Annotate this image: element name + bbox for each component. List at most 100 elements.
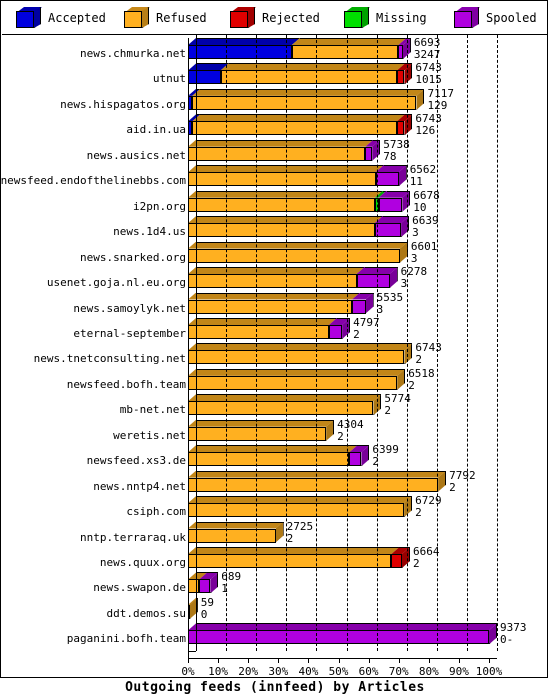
bar-value-secondary: 2 (384, 404, 392, 418)
bar-segment-refused[interactable] (188, 452, 350, 467)
bar-top-edge (196, 292, 361, 294)
bar-segment-spooled[interactable] (328, 324, 343, 339)
bar-top-edge (196, 572, 208, 574)
bar-segment-refused[interactable] (188, 146, 366, 161)
bar-segment-spooled[interactable] (374, 223, 402, 238)
bar-segment-top (188, 547, 400, 554)
bar-segment-refused[interactable] (188, 554, 392, 568)
bar-segment-spooled[interactable] (365, 146, 373, 161)
bar-segment-spooled[interactable] (378, 197, 403, 212)
bar-segment-refused[interactable] (192, 121, 397, 136)
bar-top-edge (364, 267, 398, 269)
bar-segment-refused[interactable] (188, 274, 357, 289)
bar-value-articles: 7117 (427, 86, 454, 100)
bar-value-secondary: 2 (415, 506, 422, 520)
bar-segment-rejected[interactable] (396, 70, 405, 85)
bar-value-secondary: 11 (409, 175, 423, 189)
bar-top-edge (196, 267, 365, 269)
bar-value-secondary: 2 (353, 327, 360, 341)
bar-value-secondary: 2 (286, 531, 294, 545)
bar-segment-spooled[interactable] (352, 299, 366, 314)
bar-value-secondary: 2 (413, 557, 420, 570)
bar-value-articles: 2725 (286, 519, 314, 533)
x-axis-tick (458, 658, 460, 663)
bar-segment-spooled[interactable] (375, 172, 399, 187)
legend-swatch-accepted-icon (16, 7, 42, 29)
bar-value-articles: 6518 (408, 366, 435, 380)
bar-value-secondary: 2 (449, 480, 456, 494)
axis-depth-connector (188, 650, 196, 660)
bar-segment-refused[interactable] (188, 299, 353, 314)
bar-top-edge (196, 216, 383, 218)
bar-value-secondary: 3 (410, 251, 418, 265)
bar-value-articles: 59 (200, 595, 215, 609)
bar-segment-spooled[interactable] (199, 579, 211, 594)
bar-segment-refused[interactable] (188, 503, 405, 518)
bar-top-edge (196, 394, 382, 396)
gridline (256, 35, 258, 651)
bar-top-edge (336, 317, 351, 319)
bar-segment-refused[interactable] (188, 324, 329, 339)
bar-segment-spooled[interactable] (398, 45, 403, 59)
y-axis-front-line (188, 38, 189, 658)
gridline (286, 35, 288, 651)
bar-segment-spooled[interactable] (349, 452, 362, 467)
bar-value-secondary: 2 (408, 378, 415, 392)
bar-segment-spooled[interactable] (188, 630, 489, 645)
gridline (466, 35, 468, 651)
bar-value-articles: 6664 (413, 545, 440, 558)
x-axis-tick (248, 658, 250, 663)
bar-value-articles: 9373 (500, 621, 527, 635)
legend-swatch-refused-icon (124, 7, 150, 29)
legend-item-accepted[interactable]: Accepted (16, 2, 106, 34)
bar-value-articles: 689 (221, 570, 242, 584)
y-axis-labels: news.chmurka.net utnut news.hispagatos.org… (1, 35, 188, 678)
bar-segment-refused[interactable] (188, 528, 276, 543)
x-axis-line (188, 657, 497, 659)
y-axis-label: news.tnetconsulting.net (33, 352, 186, 366)
bar-segment-top (188, 216, 383, 224)
chart-window: Accepted Refused Rejected Missing Spooled ne… (0, 0, 548, 695)
bar-value-secondary: 1015 (415, 73, 442, 87)
bar-top-edge (357, 445, 370, 447)
legend-label: Refused (156, 11, 207, 25)
legend-item-missing[interactable]: Missing (344, 2, 427, 34)
bar-top-edge (200, 114, 405, 116)
bar-segment-spooled[interactable] (356, 274, 390, 289)
bar-value-articles: 7792 (449, 468, 476, 482)
bar-top-edge (399, 547, 410, 548)
bar-top-edge (383, 165, 407, 167)
bar-top-edge (196, 445, 358, 447)
x-axis-tick (489, 658, 490, 663)
bar-segment-refused[interactable] (188, 375, 398, 390)
legend-item-refused[interactable]: Refused (124, 2, 207, 34)
bar-segment-accepted[interactable] (188, 70, 221, 85)
legend-label: Rejected (262, 11, 320, 25)
bar-value-secondary: 0- (500, 633, 514, 647)
bar-value-articles: 6743 (415, 112, 442, 126)
y-axis-label: nntp.terraraq.uk (80, 530, 186, 544)
bar-top-edge (196, 38, 300, 39)
bar-value-articles: 6278 (400, 265, 428, 279)
bar-segment-refused[interactable] (220, 70, 397, 85)
bar-top-edge (196, 368, 406, 370)
bar-top-edge (207, 572, 219, 574)
x-axis-tick (278, 658, 280, 663)
bar-segment-accepted[interactable] (188, 45, 292, 59)
y-axis-label: aid.in.ua (126, 123, 186, 137)
y-axis-label: csiph.com (126, 505, 186, 519)
bar-segment-refused[interactable] (188, 350, 405, 365)
bar-segment-top (188, 521, 284, 529)
bar-segment-top (188, 267, 365, 275)
bar-segment-rejected[interactable] (391, 554, 402, 568)
y-axis-label: news.quux.org (99, 556, 186, 569)
bar-segment-refused[interactable] (188, 579, 200, 594)
legend-item-spooled[interactable]: Spooled (454, 2, 537, 34)
bar-value-secondary: 10 (413, 200, 427, 214)
bar-segment-rejected[interactable] (396, 121, 405, 136)
bar-top-edge (200, 88, 425, 90)
gridline (436, 35, 438, 651)
bar-segment-refused[interactable] (291, 45, 399, 59)
legend-item-rejected[interactable]: Rejected (230, 2, 320, 34)
bar-segment-refused[interactable] (188, 248, 400, 263)
